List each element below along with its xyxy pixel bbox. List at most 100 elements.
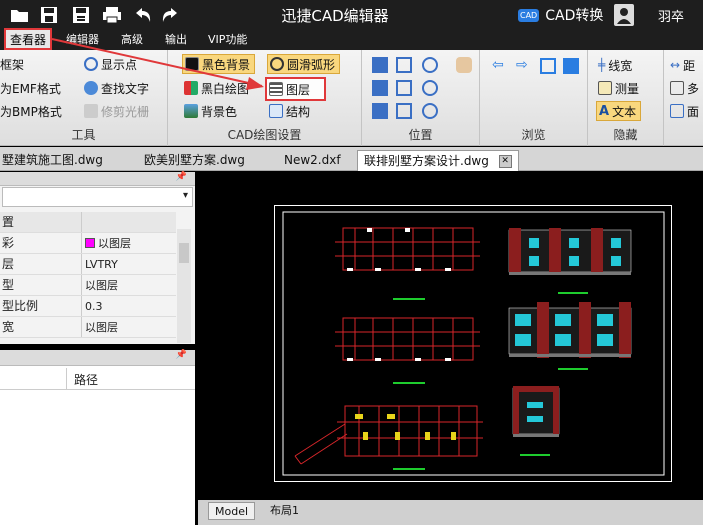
scroll-thumb[interactable]: [179, 243, 189, 263]
measure-button[interactable]: 测量: [598, 78, 639, 98]
print-icon[interactable]: [102, 6, 122, 24]
tab-doc-active[interactable]: 联排别墅方案设计.dwg ✕: [357, 150, 519, 171]
prop-name: 宽: [0, 317, 82, 337]
prop-row-color[interactable]: 彩 以图层: [0, 233, 176, 254]
tab-layout-1[interactable]: 布局1: [270, 502, 299, 520]
distance-label: 距: [683, 58, 696, 73]
black-white-label: 黑白绘图: [201, 81, 250, 96]
distance-button[interactable]: ↔ 距: [670, 55, 695, 75]
black-white-icon: [184, 81, 198, 95]
pin-icon[interactable]: 📌: [176, 172, 187, 182]
properties-panel-header: 📌: [0, 172, 195, 186]
save-bmp-button[interactable]: 为BMP格式: [0, 101, 62, 121]
text-label: 文本: [612, 104, 637, 119]
zoom-out-icon[interactable]: [422, 80, 438, 96]
hand-icon[interactable]: [456, 57, 472, 73]
hide-group: ╪ 线宽 测量 A 文本 隐藏: [588, 50, 664, 146]
find-text-button[interactable]: 查找文字: [84, 78, 149, 98]
fit-icon[interactable]: [372, 103, 388, 119]
hide-group-title: 隐藏: [613, 128, 638, 142]
structure-button[interactable]: 结构: [269, 101, 310, 121]
smooth-arc-label: 圆滑弧形: [287, 57, 336, 72]
prop-row-linetype[interactable]: 型 以图层: [0, 275, 176, 296]
cad-settings-group-title: CAD绘图设置: [227, 128, 302, 142]
menu-viewer[interactable]: 查看器: [4, 28, 53, 50]
measure-extra-group: ↔ 距 多 面: [664, 50, 703, 146]
properties-scrollbar[interactable]: [177, 229, 191, 343]
distance-icon: ↔: [670, 58, 681, 72]
frame-button[interactable]: 框架: [0, 54, 24, 74]
zoom-previous-icon[interactable]: [396, 80, 412, 96]
zoom-window-icon[interactable]: [396, 57, 412, 73]
user-avatar-icon[interactable]: [614, 4, 634, 26]
area-button[interactable]: 面: [670, 101, 699, 121]
polyline-button[interactable]: 多: [670, 78, 699, 98]
properties-dropdown[interactable]: ▾: [2, 187, 193, 207]
export-icon[interactable]: [540, 58, 556, 74]
black-white-button[interactable]: 黑白绘图: [184, 78, 249, 98]
show-points-button[interactable]: 显示点: [84, 54, 137, 74]
background-color-button[interactable]: 背景色: [184, 101, 237, 121]
text-icon: A: [599, 103, 610, 119]
trim-raster-button[interactable]: 修剪光栅: [84, 101, 149, 121]
save-emf-label: 为EMF格式: [0, 81, 61, 96]
prop-name: 层: [0, 254, 82, 274]
smooth-arc-button[interactable]: 圆滑弧形: [267, 54, 341, 74]
measure-label: 测量: [615, 81, 640, 96]
text-button[interactable]: A 文本: [596, 101, 642, 121]
tab-doc-3[interactable]: New2.dxf: [284, 150, 341, 171]
structure-label: 结构: [286, 104, 311, 119]
prop-value: LVTRY: [85, 257, 118, 271]
layers-label: 图层: [286, 82, 311, 97]
polyline-icon: [670, 81, 684, 95]
black-background-icon: [185, 57, 199, 71]
prop-value: [82, 212, 176, 232]
path-panel-columns: 路径: [0, 368, 195, 390]
zoom-in-icon[interactable]: [422, 57, 438, 73]
trim-raster-label: 修剪光栅: [101, 104, 150, 119]
redo-icon[interactable]: [160, 6, 180, 24]
column-divider: [66, 368, 67, 390]
arrow-right-icon[interactable]: ⇨: [516, 57, 528, 73]
tab-doc-1[interactable]: 墅建筑施工图.dwg: [2, 150, 103, 171]
black-background-button[interactable]: 黑色背景: [182, 54, 256, 74]
cad-settings-group: 黑色背景 黑白绘图 背景色 圆滑弧形 图层 结构 CAD绘图设置: [168, 50, 362, 146]
menu-vip[interactable]: VIP功能: [204, 30, 251, 50]
undo-icon[interactable]: [133, 6, 153, 24]
cad-convert-label: CAD转换: [545, 8, 604, 24]
menu-advanced[interactable]: 高级: [117, 30, 147, 50]
drawing-canvas[interactable]: [198, 172, 703, 499]
open-folder-icon[interactable]: [10, 6, 30, 24]
zoom-options-icon[interactable]: [422, 103, 438, 119]
prop-row-lineweight[interactable]: 宽 以图层: [0, 317, 176, 338]
tab-doc-2[interactable]: 欧美别墅方案.dwg: [144, 150, 245, 171]
arrow-left-icon[interactable]: ⇦: [492, 57, 504, 73]
pin-icon[interactable]: 📌: [176, 350, 187, 360]
properties-panel: 📌 ▾ 置 彩 以图层 层 LVTRY 型 以图层 型比例 0.3 宽 以图层: [0, 172, 195, 344]
prop-name: 彩: [0, 233, 82, 253]
close-tab-icon[interactable]: ✕: [498, 155, 512, 168]
cad-convert-button[interactable]: CAD CAD转换: [518, 5, 603, 25]
prop-value-color: 以图层: [82, 233, 176, 253]
layers-button[interactable]: 图层: [265, 77, 327, 101]
save-as-icon[interactable]: [72, 6, 92, 24]
share-icon[interactable]: [563, 58, 579, 74]
prop-row-layer[interactable]: 层 LVTRY: [0, 254, 176, 275]
zoom-extents-icon[interactable]: [372, 80, 388, 96]
drawing-image: [282, 211, 665, 476]
prop-row-linetype-scale[interactable]: 型比例 0.3: [0, 296, 176, 317]
save-icon[interactable]: [40, 6, 60, 24]
menu-output[interactable]: 输出: [161, 30, 191, 50]
tab-model[interactable]: Model: [208, 502, 256, 520]
cad-badge-icon: CAD: [518, 8, 540, 22]
prop-name: 型比例: [0, 296, 82, 316]
line-width-button[interactable]: ╪ 线宽: [598, 55, 632, 75]
pan-icon[interactable]: [372, 57, 388, 73]
prop-row-position[interactable]: 置: [0, 212, 176, 233]
menu-editor[interactable]: 编辑器: [62, 30, 103, 50]
path-column-header[interactable]: 路径: [74, 371, 98, 388]
user-name[interactable]: 羽卒: [658, 6, 684, 25]
zoom-realtime-icon[interactable]: [396, 103, 412, 119]
save-emf-button[interactable]: 为EMF格式: [0, 78, 61, 98]
chevron-down-icon: ▾: [182, 190, 188, 201]
